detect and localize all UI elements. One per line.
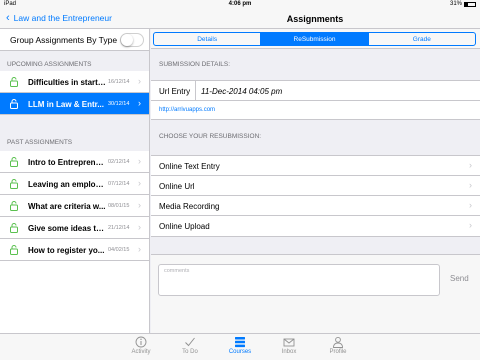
chevron-left-icon: ‹	[6, 12, 10, 24]
option-label: Online Url	[159, 182, 195, 191]
group-by-type-row: Group Assignments By Type	[0, 29, 149, 51]
assignments-list-pane: Group Assignments By Type UPCOMING ASSIG…	[0, 29, 150, 333]
navigation-bar: ‹ Law and the Entrepreneur Assignments	[0, 10, 480, 29]
url-entry-date: 11-Dec-2014 04:05 pm	[201, 87, 283, 96]
url-entry-label: Url Entry	[159, 87, 191, 96]
comment-composer: comments Send	[151, 254, 480, 333]
chevron-right-icon: ›	[469, 200, 472, 210]
assignment-date: 16/12/14	[108, 79, 130, 85]
assignment-title: How to register yo...	[28, 246, 105, 255]
assignment-row[interactable]: Leaving an employ... 07/12/14 ›	[0, 173, 149, 195]
chevron-right-icon: ›	[138, 222, 141, 232]
info-icon	[135, 336, 147, 348]
url-entry-row: Url Entry 11-Dec-2014 04:05 pm	[151, 81, 480, 101]
past-section-header: PAST ASSIGNMENTS	[0, 115, 149, 151]
stack-icon	[235, 337, 245, 348]
assignment-detail-pane: Details ReSubmission Grade SUBMISSION DE…	[151, 29, 480, 333]
assignment-title: What are criteria w...	[28, 202, 106, 211]
tab-grade[interactable]: Grade	[369, 33, 475, 45]
tab-resubmission[interactable]: ReSubmission	[261, 33, 369, 45]
tab-label: Profile	[329, 349, 347, 355]
tab-label: To Do	[182, 349, 198, 355]
chevron-right-icon: ›	[138, 200, 141, 210]
tab-activity[interactable]: Activity	[121, 336, 161, 360]
submission-details-block: Url Entry 11-Dec-2014 04:05 pm http://ar…	[151, 80, 480, 120]
envelope-icon	[283, 338, 295, 347]
unlock-icon	[10, 99, 18, 109]
assignment-date: 08/01/15	[108, 203, 130, 209]
option-label: Media Recording	[159, 202, 220, 211]
unlock-icon	[10, 201, 18, 211]
option-online-upload[interactable]: Online Upload ›	[151, 216, 480, 236]
assignment-row[interactable]: How to register yo... 04/02/15 ›	[0, 239, 149, 261]
chevron-right-icon: ›	[138, 244, 141, 254]
tab-profile[interactable]: Profile	[318, 336, 358, 360]
option-online-text-entry[interactable]: Online Text Entry ›	[151, 156, 480, 176]
tab-details[interactable]: Details	[154, 33, 262, 45]
chevron-right-icon: ›	[138, 178, 141, 188]
tab-bar: Activity To Do Courses Inbox Profile	[0, 333, 480, 360]
tab-label: Inbox	[281, 349, 297, 355]
assignment-date: 02/12/14	[108, 159, 130, 165]
battery-icon	[464, 1, 476, 7]
assignment-row-selected[interactable]: LLM in Law & Entr... 30/12/14 ›	[0, 93, 149, 115]
status-bar: iPad 4:06 pm 31%	[0, 0, 480, 10]
resubmission-options: Online Text Entry › Online Url › Media R…	[151, 155, 480, 237]
assignment-row[interactable]: Give some ideas to... 21/12/14 ›	[0, 217, 149, 239]
assignment-title: LLM in Law & Entr...	[28, 100, 104, 109]
chevron-right-icon: ›	[138, 98, 141, 108]
choose-resubmission-header: CHOOSE YOUR RESUBMISSION:	[159, 133, 262, 140]
chevron-right-icon: ›	[469, 220, 472, 230]
page-title: Assignments	[286, 14, 344, 24]
chevron-right-icon: ›	[138, 156, 141, 166]
person-icon	[333, 336, 343, 348]
group-by-type-toggle[interactable]	[120, 33, 144, 47]
assignment-date: 04/02/15	[108, 247, 130, 253]
tab-label: Courses	[228, 349, 252, 355]
group-by-type-label: Group Assignments By Type	[10, 34, 118, 45]
assignment-title: Difficulties in starti...	[28, 78, 106, 87]
send-button[interactable]: Send	[450, 274, 469, 283]
submitted-url-link[interactable]: http://arrivuapps.com	[151, 101, 480, 119]
assignment-title: Give some ideas to...	[28, 224, 106, 233]
assignment-title: Intro to Entreprene...	[28, 158, 106, 167]
assignment-date: 30/12/14	[108, 101, 130, 107]
unlock-icon	[10, 157, 18, 167]
checkmark-icon	[185, 337, 195, 347]
upcoming-section-header: UPCOMING ASSIGNMENTS	[0, 51, 149, 71]
chevron-right-icon: ›	[138, 76, 141, 86]
unlock-icon	[10, 77, 18, 87]
option-online-url[interactable]: Online Url ›	[151, 176, 480, 196]
tab-courses[interactable]: Courses	[220, 336, 260, 360]
battery-indicator: 31%	[450, 1, 476, 7]
option-label: Online Upload	[159, 222, 210, 231]
segment-bar: Details ReSubmission Grade	[151, 29, 480, 49]
assignment-date: 21/12/14	[108, 225, 130, 231]
assignment-row[interactable]: Intro to Entreprene... 02/12/14 ›	[0, 151, 149, 173]
submission-details-header: SUBMISSION DETAILS:	[159, 61, 231, 68]
battery-percent: 31%	[449, 1, 462, 7]
segmented-control: Details ReSubmission Grade	[153, 32, 476, 46]
option-media-recording[interactable]: Media Recording ›	[151, 196, 480, 216]
assignment-row[interactable]: What are criteria w... 08/01/15 ›	[0, 195, 149, 217]
tab-todo[interactable]: To Do	[170, 336, 210, 360]
clock-label: 4:06 pm	[228, 1, 252, 7]
assignment-row[interactable]: Difficulties in starti... 16/12/14 ›	[0, 71, 149, 93]
comments-input[interactable]: comments	[158, 264, 440, 296]
assignment-title: Leaving an employ...	[28, 180, 106, 189]
chevron-right-icon: ›	[469, 180, 472, 190]
unlock-icon	[10, 223, 18, 233]
unlock-icon	[10, 179, 18, 189]
chevron-right-icon: ›	[469, 160, 472, 170]
option-label: Online Text Entry	[159, 162, 220, 171]
back-button[interactable]: ‹ Law and the Entrepreneur	[6, 12, 112, 24]
divider	[195, 81, 196, 101]
tab-inbox[interactable]: Inbox	[269, 336, 309, 360]
unlock-icon	[10, 245, 18, 255]
assignment-date: 07/12/14	[108, 181, 130, 187]
tab-label: Activity	[131, 349, 151, 355]
back-button-label: Law and the Entrepreneur	[13, 13, 112, 23]
